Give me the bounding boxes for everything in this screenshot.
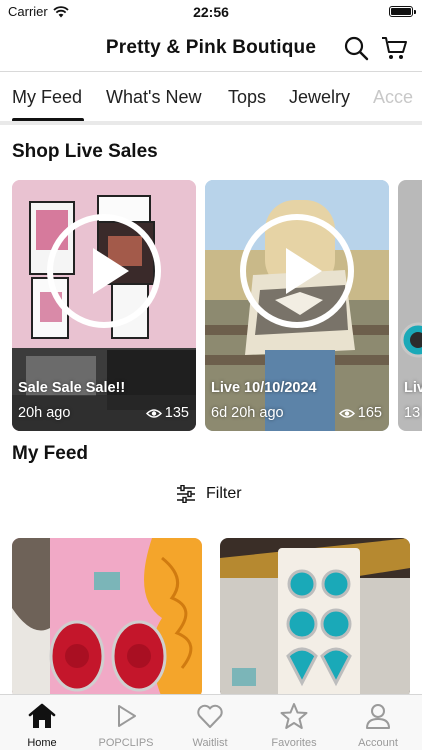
tabbar-account[interactable]: Account: [336, 701, 420, 749]
status-bar: Carrier 22:56: [0, 0, 422, 24]
tabbar-popclips[interactable]: POPCLIPS: [84, 701, 168, 749]
tab-jewelry[interactable]: Jewelry: [289, 87, 350, 108]
live-sale-time: 20h ago: [18, 405, 71, 421]
tab-accessories[interactable]: Acce: [373, 87, 413, 108]
view-count-value: 135: [164, 405, 189, 421]
live-sale-card[interactable]: Liv 13: [398, 180, 422, 431]
play-icon: [118, 705, 136, 727]
product-image: [220, 538, 410, 698]
tabbar-label: Waitlist: [192, 737, 228, 749]
star-icon: [280, 703, 308, 729]
tab-tops[interactable]: Tops: [228, 87, 266, 108]
cart-button[interactable]: [378, 32, 410, 64]
eye-icon: [338, 408, 355, 418]
live-sale-caption: Sale Sale Sale!!: [18, 380, 126, 396]
category-tabs: My Feed What's New Tops Jewelry Acce: [0, 73, 422, 125]
app-header: Pretty & Pink Boutique: [0, 24, 422, 72]
status-time: 22:56: [193, 4, 229, 20]
battery-icon: [389, 6, 416, 17]
search-icon: [344, 36, 369, 61]
live-sale-time: 13: [404, 405, 421, 421]
tabbar-favorites[interactable]: Favorites: [252, 701, 336, 749]
tabbar-label: Home: [27, 737, 57, 749]
live-sale-card[interactable]: Sale Sale Sale!! 20h ago 135: [12, 180, 196, 431]
live-sale-caption: Liv: [404, 380, 422, 396]
home-icon: [28, 703, 56, 728]
tabbar-label: POPCLIPS: [98, 737, 154, 749]
tab-whats-new[interactable]: What's New: [106, 87, 201, 108]
play-icon: [47, 214, 161, 328]
bottom-tab-bar: Home POPCLIPS Waitlist Favorites Account: [0, 694, 422, 750]
filter-button[interactable]: Filter: [176, 485, 242, 503]
active-tab-indicator: [12, 118, 84, 121]
my-feed-heading: My Feed: [12, 443, 89, 464]
tabbar-label: Favorites: [271, 737, 317, 749]
live-sale-caption: Live 10/10/2024: [211, 380, 317, 396]
product-card[interactable]: [220, 538, 410, 698]
view-count-value: 165: [357, 405, 382, 421]
product-image: [12, 538, 202, 698]
tabbar-waitlist[interactable]: Waitlist: [168, 701, 252, 749]
view-count: 165: [338, 405, 382, 421]
cart-icon: [382, 37, 407, 59]
store-title: Pretty & Pink Boutique: [105, 37, 317, 58]
filter-label: Filter: [206, 485, 242, 502]
live-sales-heading: Shop Live Sales: [12, 141, 158, 162]
view-count: 135: [145, 405, 189, 421]
tab-my-feed[interactable]: My Feed: [12, 87, 82, 108]
eye-icon: [145, 408, 162, 418]
sliders-icon: [177, 485, 195, 503]
live-sale-card[interactable]: Live 10/10/2024 6d 20h ago 165: [205, 180, 389, 431]
live-sale-time: 6d 20h ago: [211, 405, 284, 421]
search-button[interactable]: [340, 32, 372, 64]
play-icon: [240, 214, 354, 328]
heart-icon: [197, 704, 223, 728]
tabbar-home[interactable]: Home: [0, 701, 84, 749]
product-card[interactable]: [12, 538, 202, 698]
tabbar-label: Account: [358, 737, 398, 749]
person-icon: [366, 704, 390, 729]
